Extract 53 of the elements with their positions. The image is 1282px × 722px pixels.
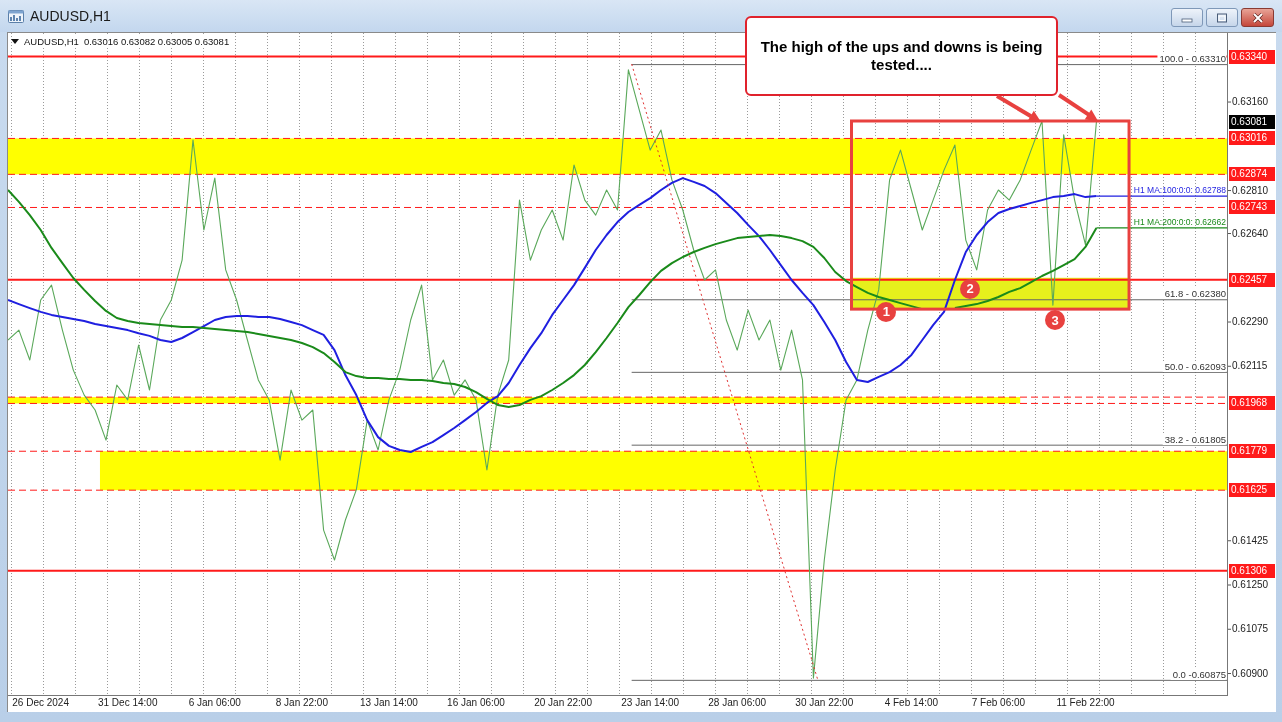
caret-icon[interactable] [11,39,19,44]
pointer-arrow [995,94,1041,122]
time-axis-label: 23 Jan 14:00 [621,697,680,709]
price-axis-label: 0.62115 [1232,360,1268,373]
callout-text: The high of the ups and downs is being tested.... [759,38,1044,74]
time-axis-label: 26 Dec 2024 [12,697,69,709]
price-axis-label: 0.62810 [1232,184,1269,197]
moving-average-label: H1 MA:200:0:0: 0.62662 [1133,216,1226,227]
price-tag: 0.61779 [1229,444,1275,459]
current-price-tag: 0.63081 [1229,115,1275,129]
time-axis-label: 7 Feb 06:00 [971,697,1026,709]
time-axis-label: 16 Jan 06:00 [447,697,505,709]
time-axis-label: 20 Jan 22:00 [534,697,592,709]
price-axis-label: 0.61250 [1232,579,1269,591]
time-axis-label: 6 Jan 06:00 [188,697,241,709]
price-axis-label: 0.60900 [1232,667,1269,680]
price-tag: 0.63016 [1229,131,1275,146]
symbol-label: AUDUSD,H1 [24,36,79,47]
close-icon [1251,12,1264,23]
price-tag: 0.62743 [1229,200,1275,215]
chart-window-icon [8,9,24,23]
fibonacci-level-label: 61.8 - 0.62380 [1162,288,1226,300]
price-axis-label: 0.62290 [1232,316,1269,328]
price-tag: 0.63340 [1229,49,1275,64]
price-axis-label: 0.63160 [1232,96,1269,109]
window-title: AUDUSD,H1 [30,8,111,24]
close-button[interactable] [1241,8,1274,27]
minimize-button[interactable] [1171,8,1203,27]
price-tag: 0.61968 [1229,396,1275,411]
price-tag: 0.61306 [1229,563,1275,578]
price-axis-label: 0.61075 [1232,623,1269,636]
moving-average-label: H1 MA:100:0:0: 0.62788 [1133,185,1226,196]
time-axis-label: 11 Feb 22:00 [1056,697,1115,709]
price-axis-label: 0.62640 [1232,227,1269,240]
fibonacci-level-label: 100.0 - 0.63310 [1157,53,1226,65]
time-axis-label: 13 Jan 14:00 [360,697,418,709]
price-tag: 0.62457 [1229,272,1275,287]
time-axis-label: 28 Jan 06:00 [708,697,767,709]
quote-values: 0.63016 0.63082 0.63005 0.63081 [83,36,230,47]
price-axis-label: 0.61425 [1232,534,1269,547]
maximize-icon [1216,12,1228,23]
fibonacci-level-label: 50.0 - 0.62093 [1162,360,1226,372]
time-axis-label: 30 Jan 22:00 [795,697,854,709]
time-axis-label: 31 Dec 14:00 [97,697,158,709]
price-tag: 0.62874 [1229,167,1275,182]
number-marker: 3 [1045,310,1066,330]
fibonacci-level-label: 38.2 - 0.61805 [1162,433,1226,445]
price-tag: 0.61625 [1229,483,1275,498]
pointer-arrow [1057,93,1098,121]
time-axis-label: 4 Feb 14:00 [884,697,939,709]
time-axis-label: 8 Jan 22:00 [275,697,328,709]
maximize-button[interactable] [1206,8,1238,27]
fibonacci-level-label: 0.0 -0.60875 [1170,668,1226,680]
